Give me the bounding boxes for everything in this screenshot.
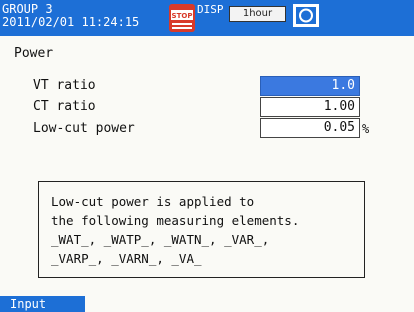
note-line: _WAT_, _WATP_, _WATN_, _VAR_, xyxy=(51,232,270,247)
low-cut-power-label: Low-cut power xyxy=(33,121,135,136)
stop-indicator-icon: STOP xyxy=(169,4,195,32)
vt-ratio-label: VT ratio xyxy=(33,78,96,93)
note-line: the following measuring elements. xyxy=(51,213,300,228)
stop-icon-text: STOP xyxy=(172,12,193,20)
input-softkey[interactable]: Input xyxy=(0,296,85,312)
low-cut-power-field[interactable]: 0.05 xyxy=(260,118,360,138)
ct-ratio-label: CT ratio xyxy=(33,99,96,114)
disp-label: DISP xyxy=(197,3,224,16)
datetime: 2011/02/01 11:24:15 xyxy=(2,15,140,29)
info-note-box: Low-cut power is applied to the followin… xyxy=(38,181,365,278)
percent-unit: % xyxy=(362,122,370,136)
ct-ratio-field[interactable]: 1.00 xyxy=(260,97,360,117)
trend-interval-box: 1hour xyxy=(229,6,286,22)
note-line: _VARP_, _VARN_, _VA_ xyxy=(51,251,202,266)
display-monitor-icon xyxy=(293,4,319,27)
section-title: Power xyxy=(14,46,54,61)
note-line: Low-cut power is applied to xyxy=(51,194,255,209)
vt-ratio-field[interactable]: 1.0 xyxy=(260,76,360,96)
status-header: GROUP 3 2011/02/01 11:24:15 STOP DISP 1h… xyxy=(0,0,414,36)
